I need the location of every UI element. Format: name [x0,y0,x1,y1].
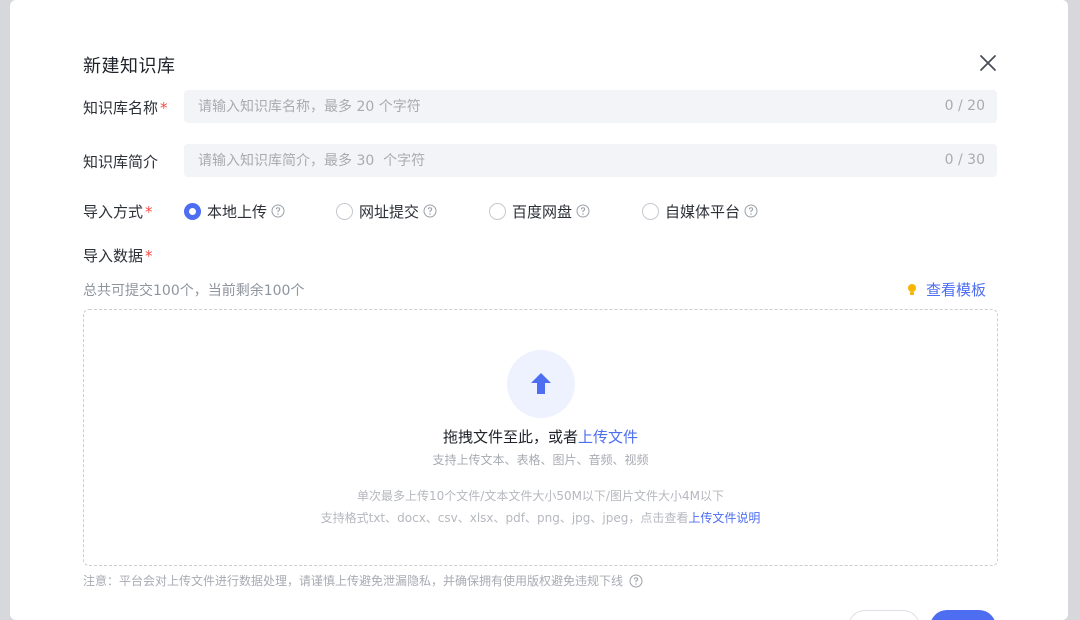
question-circle-icon[interactable] [744,204,758,218]
radio-unchecked-icon [642,202,659,220]
import-data-label: 导入数据 * [83,245,153,266]
name-counter: 0 / 20 [944,98,985,114]
required-mark: * [145,203,153,221]
dropzone-supported-types: 支持上传文本、表格、图片、音频、视频 [432,453,649,467]
name-field: 0 / 20 [184,90,997,123]
intro-label: 知识库简介 [83,151,158,172]
lightbulb-icon [908,283,916,295]
intro-field: 0 / 30 [184,144,997,177]
required-mark: * [145,247,153,265]
dropzone-formats-text: 支持格式txt、docx、csv、xlsx、pdf、png、jpg、jpeg，点… [320,511,689,525]
required-mark: * [160,99,168,117]
name-label-text: 知识库名称 [83,99,159,117]
dialog-title: 新建知识库 [83,56,176,77]
dropzone-formats: 支持格式txt、docx、csv、xlsx、pdf、png、jpg、jpeg，点… [84,509,997,526]
import-data-label-text: 导入数据 [83,247,144,265]
question-circle-icon[interactable] [576,204,590,218]
radio-unchecked-icon [336,202,353,220]
privacy-notice-text: 注意：平台会对上传文件进行数据处理，请谨慎上传避免泄漏隐私，并确保拥有使用版权避… [83,574,624,588]
close-button[interactable] [976,51,1000,75]
radio-label: 网址提交 [359,202,420,221]
question-circle-icon[interactable] [629,574,643,588]
radio-self-media-platform[interactable]: 自媒体平台 [642,200,758,222]
question-circle-icon[interactable] [271,204,285,218]
radio-local-upload[interactable]: 本地上传 [184,200,285,222]
dropzone-main-text: 拖拽文件至此，或者上传文件 [84,426,997,447]
cancel-button[interactable] [848,610,920,620]
radio-unchecked-icon [489,202,506,220]
close-icon [980,55,996,71]
privacy-notice: 注意：平台会对上传文件进行数据处理，请谨慎上传避免泄漏隐私，并确保拥有使用版权避… [83,572,643,589]
view-template-link[interactable]: 查看模板 [906,279,986,300]
name-label: 知识库名称 * [83,97,168,118]
create-knowledge-base-dialog: 新建知识库 知识库名称* 0 / 20 知识库简介 0 / 30 导入方式* 本… [10,0,1068,620]
name-input[interactable] [184,90,884,123]
view-template-label: 查看模板 [926,281,987,299]
import-method-label: 导入方式 * [83,201,153,222]
dropzone-size-limit: 单次最多上传10个文件/文本文件大小50M以下/图片文件大小4M以下 [357,489,724,503]
radio-baidu-netdisk[interactable]: 百度网盘 [489,200,590,222]
intro-label-text: 知识库简介 [83,153,159,171]
file-dropzone[interactable]: 拖拽文件至此，或者上传文件 支持上传文本、表格、图片、音频、视频 单次最多上传1… [83,309,998,566]
intro-input[interactable] [184,144,884,177]
quota-text: 总共可提交100个，当前剩余100个 [83,283,305,299]
radio-url-submit[interactable]: 网址提交 [336,200,437,222]
dropzone-drag-text: 拖拽文件至此，或者 [442,428,578,446]
confirm-button[interactable] [930,610,996,620]
radio-checked-icon [184,202,201,220]
upload-button-circle[interactable] [507,350,575,418]
intro-counter: 0 / 30 [944,152,985,168]
import-method-label-text: 导入方式 [83,203,144,221]
radio-label: 自媒体平台 [665,202,741,221]
upload-arrow-icon [531,373,551,394]
upload-instructions-link[interactable]: 上传文件说明 [688,511,760,525]
radio-label: 本地上传 [207,202,268,221]
question-circle-icon[interactable] [423,204,437,218]
upload-file-link[interactable]: 上传文件 [578,428,638,446]
radio-label: 百度网盘 [512,202,573,221]
